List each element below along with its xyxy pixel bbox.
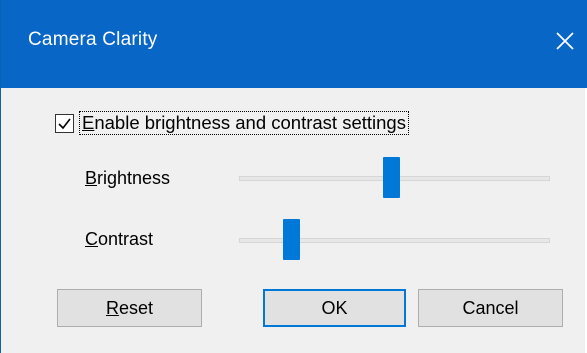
dialog-window: Camera Clarity Enable brightness and con… xyxy=(0,0,587,353)
ok-button[interactable]: OK xyxy=(263,289,406,327)
brightness-slider-thumb[interactable] xyxy=(383,157,400,198)
title-bar[interactable]: Camera Clarity xyxy=(1,0,587,88)
reset-button[interactable]: Reset xyxy=(57,289,202,327)
enable-settings-label[interactable]: Enable brightness and contrast settings xyxy=(79,111,409,135)
checkmark-icon xyxy=(58,118,71,129)
close-button[interactable] xyxy=(548,24,582,58)
brightness-label: Brightness xyxy=(85,168,171,188)
close-icon xyxy=(556,32,574,50)
contrast-slider-thumb[interactable] xyxy=(283,219,300,260)
enable-settings-checkbox[interactable] xyxy=(55,113,74,133)
window-title: Camera Clarity xyxy=(28,29,158,50)
enable-settings-checkbox-row[interactable]: Enable brightness and contrast settings xyxy=(55,111,409,135)
cancel-button[interactable]: Cancel xyxy=(418,289,563,327)
contrast-label: Contrast xyxy=(85,229,154,249)
